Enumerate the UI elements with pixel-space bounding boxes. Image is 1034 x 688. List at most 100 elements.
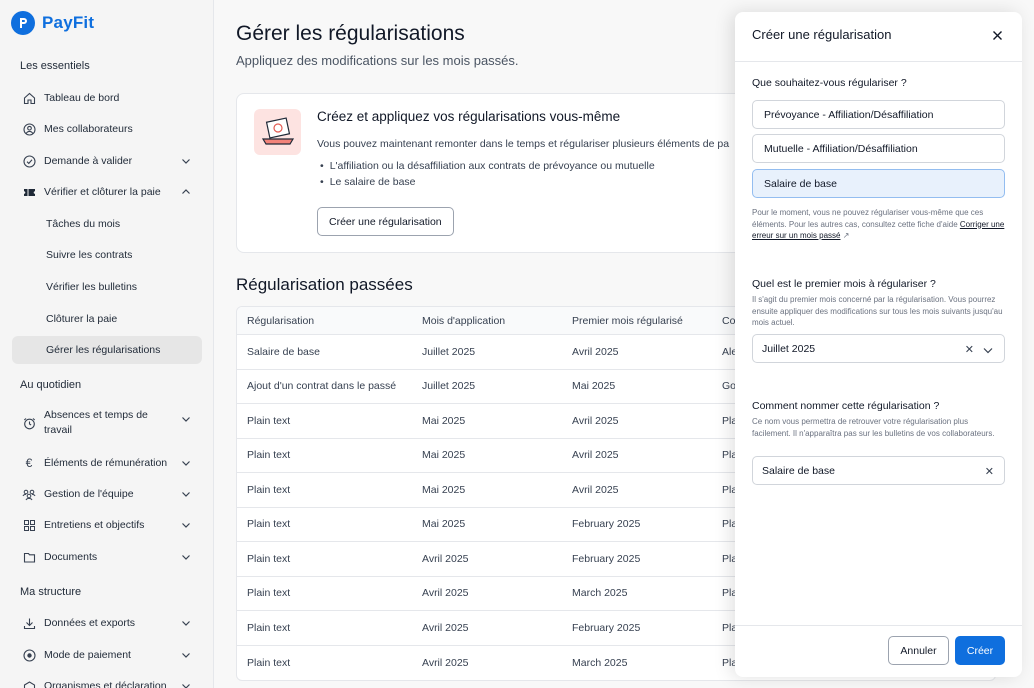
create-button[interactable]: Créer bbox=[955, 636, 1005, 665]
alarm-clock-icon bbox=[22, 416, 36, 430]
column-header[interactable]: Premier mois régularisé bbox=[562, 315, 712, 327]
option-prevoyance[interactable]: Prévoyance - Affiliation/Désaffiliation bbox=[752, 100, 1005, 129]
sidebar-item-mode-paiement[interactable]: Mode de paiement bbox=[12, 641, 202, 669]
table-cell: Avril 2025 bbox=[572, 414, 619, 427]
sidebar-item-label: Organismes et déclaration bbox=[44, 680, 167, 688]
chevron-down-icon bbox=[180, 617, 192, 632]
chevron-down-icon[interactable] bbox=[982, 344, 994, 359]
logo-text: PayFit bbox=[42, 13, 95, 32]
sidebar-item-tableau-de-bord[interactable]: Tableau de bord bbox=[12, 84, 202, 112]
sidebar-item-collaborateurs[interactable]: Mes collaborateurs bbox=[12, 115, 202, 143]
clear-icon[interactable]: ✕ bbox=[965, 343, 974, 356]
team-icon bbox=[22, 487, 36, 501]
table-cell: Plain text bbox=[247, 449, 291, 462]
chevron-down-icon bbox=[180, 519, 192, 534]
chevron-down-icon bbox=[180, 488, 192, 503]
table-cell: Plain text bbox=[247, 518, 291, 531]
chevron-down-icon bbox=[180, 155, 192, 170]
option-mutuelle[interactable]: Mutuelle - Affiliation/Désaffiliation bbox=[752, 134, 1005, 163]
table-cell: Avril 2025 bbox=[572, 483, 619, 496]
table-cell: Avril 2025 bbox=[572, 449, 619, 462]
sidebar-item-verifier-bulletins[interactable]: Vérifier les bulletins bbox=[12, 273, 202, 301]
sidebar-item-entretiens[interactable]: Entretiens et objectifs bbox=[12, 511, 202, 539]
sidebar-item-remuneration[interactable]: € Éléments de rémunération bbox=[12, 449, 202, 477]
close-icon[interactable] bbox=[990, 28, 1004, 42]
clear-icon[interactable]: ✕ bbox=[985, 465, 994, 478]
card-bullet-list: L'affiliation ou la désaffiliation aux c… bbox=[320, 160, 655, 192]
help-text-month: Il s'agit du premier mois concerné par l… bbox=[752, 295, 1003, 327]
sidebar-item-label: Suivre les contrats bbox=[46, 249, 133, 261]
sidebar-item-verifier-cloturer-paie[interactable]: Vérifier et clôturer la paie bbox=[12, 178, 202, 206]
sidebar-item-taches-du-mois[interactable]: Tâches du mois bbox=[12, 210, 202, 238]
sidebar-item-label: Mes collaborateurs bbox=[44, 123, 133, 135]
table-cell: Plain text bbox=[247, 552, 291, 565]
sidebar: PayFit Les essentiels Tableau de bord Me… bbox=[0, 0, 214, 688]
section-title-quotidien: Au quotidien bbox=[20, 379, 82, 391]
sidebar-item-label: Clôturer la paie bbox=[46, 313, 118, 325]
table-cell: Mai 2025 bbox=[422, 414, 466, 427]
table-cell: Juillet 2025 bbox=[422, 380, 476, 393]
table-cell: March 2025 bbox=[572, 656, 628, 669]
external-link-icon: ↗ bbox=[842, 231, 850, 240]
laptop-illustration-icon bbox=[254, 109, 301, 155]
help-text-options: Pour le moment, vous ne pouvez régularis… bbox=[752, 207, 1007, 242]
column-header[interactable]: Mois d'application bbox=[412, 315, 562, 327]
sidebar-item-gestion-equipe[interactable]: Gestion de l'équipe bbox=[12, 480, 202, 508]
option-salaire-de-base[interactable]: Salaire de base bbox=[752, 169, 1005, 198]
past-regularisations-title: Régularisation passées bbox=[236, 275, 413, 294]
card-text: Vous pouvez maintenant remonter dans le … bbox=[317, 138, 730, 150]
section-title-structure: Ma structure bbox=[20, 586, 82, 598]
folder-icon bbox=[22, 550, 36, 564]
payfit-logo-icon bbox=[11, 11, 35, 35]
divider bbox=[735, 625, 1022, 626]
table-cell: Juillet 2025 bbox=[422, 345, 476, 358]
download-icon bbox=[22, 616, 36, 630]
table-cell: February 2025 bbox=[572, 552, 641, 565]
sidebar-item-cloturer-paie[interactable]: Clôturer la paie bbox=[12, 305, 202, 333]
page-subtitle: Appliquez des modifications sur les mois… bbox=[236, 53, 519, 68]
sidebar-item-label: Données et exports bbox=[44, 617, 136, 629]
section-title-essentiels: Les essentiels bbox=[20, 60, 90, 72]
cancel-button[interactable]: Annuler bbox=[888, 636, 949, 665]
help-text: Pour le moment, vous ne pouvez régularis… bbox=[752, 208, 984, 229]
sidebar-item-organismes[interactable]: Organismes et déclaration bbox=[12, 672, 202, 688]
column-header[interactable]: Régularisation bbox=[237, 315, 412, 327]
table-cell: Plain text bbox=[247, 656, 291, 669]
chevron-down-icon bbox=[180, 413, 192, 430]
table-cell: Plain text bbox=[247, 414, 291, 427]
sidebar-item-documents[interactable]: Documents bbox=[12, 543, 202, 571]
sidebar-item-label: Tâches du mois bbox=[46, 218, 121, 230]
sidebar-item-label: Entretiens et objectifs bbox=[44, 519, 145, 531]
building-icon bbox=[22, 679, 36, 688]
question-what-label: Que souhaitez-vous régulariser ? bbox=[752, 77, 907, 89]
table-cell: Mai 2025 bbox=[572, 380, 616, 393]
logo[interactable]: PayFit bbox=[11, 11, 94, 35]
sidebar-item-label: Tableau de bord bbox=[44, 92, 120, 104]
sidebar-item-donnees-exports[interactable]: Données et exports bbox=[12, 609, 202, 637]
page-title: Gérer les régularisations bbox=[236, 22, 465, 45]
sidebar-item-absences[interactable]: Absences et temps de travail bbox=[12, 405, 202, 441]
sidebar-item-gerer-regularisations[interactable]: Gérer les régularisations bbox=[12, 336, 202, 364]
sidebar-item-label: Éléments de rémunération bbox=[44, 457, 168, 469]
table-cell: Mai 2025 bbox=[422, 518, 466, 531]
list-item: Le salaire de base bbox=[320, 176, 655, 192]
regularisation-name-value: Salaire de base bbox=[762, 464, 835, 477]
chevron-down-icon bbox=[180, 680, 192, 688]
table-cell: Plain text bbox=[247, 621, 291, 634]
create-regularisation-button[interactable]: Créer une régularisation bbox=[317, 207, 454, 236]
sidebar-item-demande-a-valider[interactable]: Demande à valider bbox=[12, 147, 202, 175]
table-cell: Avril 2025 bbox=[572, 345, 619, 358]
table-cell: Avril 2025 bbox=[422, 552, 469, 565]
sidebar-item-suivre-contrats[interactable]: Suivre les contrats bbox=[12, 241, 202, 269]
table-cell: February 2025 bbox=[572, 518, 641, 531]
ticket-icon bbox=[22, 185, 36, 199]
chevron-down-icon bbox=[180, 551, 192, 566]
first-month-select[interactable]: Juillet 2025 ✕ bbox=[752, 334, 1005, 363]
question-name-label: Comment nommer cette régularisation ? bbox=[752, 400, 940, 412]
table-cell: Mai 2025 bbox=[422, 483, 466, 496]
table-cell: Avril 2025 bbox=[422, 621, 469, 634]
table-cell: Avril 2025 bbox=[422, 656, 469, 669]
table-cell: February 2025 bbox=[572, 621, 641, 634]
grid-icon bbox=[22, 518, 36, 532]
regularisation-name-input[interactable]: Salaire de base ✕ bbox=[752, 456, 1005, 485]
